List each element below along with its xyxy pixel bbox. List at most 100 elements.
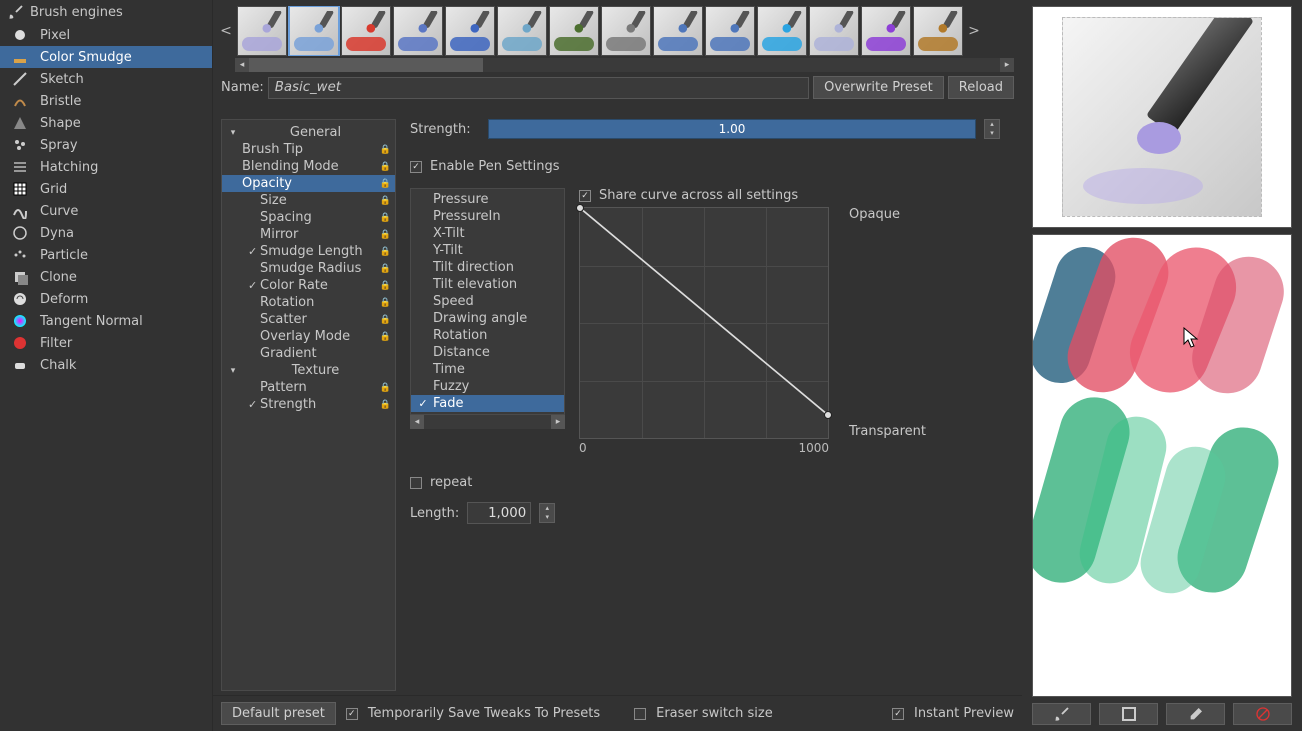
sensor-item-fuzzy[interactable]: Fuzzy: [411, 378, 564, 395]
preset-thumb[interactable]: [653, 6, 703, 56]
sensor-item-pressurein[interactable]: PressureIn: [411, 208, 564, 225]
preset-thumb[interactable]: [549, 6, 599, 56]
sensor-item-distance[interactable]: Distance: [411, 344, 564, 361]
tree-item-checkbox[interactable]: ✓: [228, 245, 248, 258]
tree-item-spacing[interactable]: Spacing🔒: [222, 209, 395, 226]
sensor-item-tilt-elevation[interactable]: Tilt elevation: [411, 276, 564, 293]
engine-item-color-smudge[interactable]: Color Smudge: [0, 46, 212, 68]
preset-name-input[interactable]: [268, 77, 809, 99]
engine-item-hatching[interactable]: Hatching: [0, 156, 212, 178]
length-spinner[interactable]: ▴▾: [539, 503, 555, 523]
preview-cancel-button[interactable]: [1233, 703, 1292, 725]
scratchpad[interactable]: [1032, 234, 1292, 697]
engine-item-sketch[interactable]: Sketch: [0, 68, 212, 90]
preset-thumb[interactable]: [445, 6, 495, 56]
tree-item-rotation[interactable]: Rotation🔒: [222, 294, 395, 311]
tree-item-strength[interactable]: ✓Strength🔒: [222, 396, 395, 413]
overwrite-preset-button[interactable]: Overwrite Preset: [813, 76, 944, 99]
tree-item-checkbox[interactable]: ✓: [228, 398, 248, 411]
tree-group-general[interactable]: ▾ General: [222, 124, 395, 141]
scroll-right-icon[interactable]: ▸: [1000, 58, 1014, 72]
preset-thumb[interactable]: [497, 6, 547, 56]
preset-thumb[interactable]: [289, 6, 339, 56]
reload-button[interactable]: Reload: [948, 76, 1014, 99]
scroll-right-icon[interactable]: ▸: [551, 415, 565, 429]
curve-editor[interactable]: [579, 207, 829, 439]
sensor-item-speed[interactable]: Speed: [411, 293, 564, 310]
engine-item-shape[interactable]: Shape: [0, 112, 212, 134]
tree-item-pattern[interactable]: Pattern🔒: [222, 379, 395, 396]
preview-clear-button[interactable]: [1166, 703, 1225, 725]
scrollbar-thumb[interactable]: [249, 58, 483, 72]
brush-preview: [1062, 17, 1262, 217]
sensor-item-drawing-angle[interactable]: Drawing angle: [411, 310, 564, 327]
tree-item-blending-mode[interactable]: Blending Mode🔒: [222, 158, 395, 175]
tree-item-opacity[interactable]: Opacity🔒: [222, 175, 395, 192]
curve-handle-end[interactable]: [824, 411, 832, 419]
scroll-left-icon[interactable]: ◂: [235, 58, 249, 72]
preset-thumb[interactable]: [237, 6, 287, 56]
sensor-item-y-tilt[interactable]: Y-Tilt: [411, 242, 564, 259]
tree-item-scatter[interactable]: Scatter🔒: [222, 311, 395, 328]
engine-item-tangent-normal[interactable]: Tangent Normal: [0, 310, 212, 332]
engine-item-deform[interactable]: Deform: [0, 288, 212, 310]
preset-thumb[interactable]: [757, 6, 807, 56]
preset-thumb[interactable]: [341, 6, 391, 56]
sensor-item-x-tilt[interactable]: X-Tilt: [411, 225, 564, 242]
sensor-item-tilt-direction[interactable]: Tilt direction: [411, 259, 564, 276]
preset-thumb[interactable]: [705, 6, 755, 56]
preset-thumb[interactable]: [393, 6, 443, 56]
default-preset-button[interactable]: Default preset: [221, 702, 336, 725]
preset-thumb[interactable]: [601, 6, 651, 56]
tree-item-overlay-mode[interactable]: Overlay Mode🔒: [222, 328, 395, 345]
sensor-checkbox[interactable]: ✓: [417, 397, 429, 410]
engine-item-clone[interactable]: Clone: [0, 266, 212, 288]
engine-item-curve[interactable]: Curve: [0, 200, 212, 222]
engine-item-grid[interactable]: Grid: [0, 178, 212, 200]
scrollbar-track[interactable]: [424, 415, 551, 429]
instant-preview-checkbox[interactable]: ✓: [892, 708, 904, 720]
engine-item-spray[interactable]: Spray: [0, 134, 212, 156]
preset-thumb[interactable]: [861, 6, 911, 56]
sensor-item-rotation[interactable]: Rotation: [411, 327, 564, 344]
tree-item-smudge-radius[interactable]: Smudge Radius🔒: [222, 260, 395, 277]
eraser-switch-checkbox[interactable]: [634, 708, 646, 720]
preset-prev-button[interactable]: <: [219, 23, 233, 39]
engine-item-bristle[interactable]: Bristle: [0, 90, 212, 112]
engine-item-pixel[interactable]: Pixel: [0, 24, 212, 46]
sensor-scrollbar[interactable]: ◂ ▸: [410, 415, 565, 429]
tree-item-smudge-length[interactable]: ✓Smudge Length🔒: [222, 243, 395, 260]
strength-spinner[interactable]: ▴▾: [984, 119, 1000, 139]
tree-group-texture[interactable]: ▾ Texture: [222, 362, 395, 379]
engine-item-dyna[interactable]: Dyna: [0, 222, 212, 244]
scroll-left-icon[interactable]: ◂: [410, 415, 424, 429]
strength-slider[interactable]: 1.00: [488, 119, 976, 139]
tree-item-mirror[interactable]: Mirror🔒: [222, 226, 395, 243]
sensor-item-pressure[interactable]: Pressure: [411, 191, 564, 208]
repeat-checkbox[interactable]: [410, 477, 422, 489]
preview-brush-button[interactable]: [1032, 703, 1091, 725]
share-curve-checkbox[interactable]: ✓: [579, 190, 591, 202]
preset-thumb[interactable]: [809, 6, 859, 56]
curve-handle-start[interactable]: [576, 204, 584, 212]
tree-item-color-rate[interactable]: ✓Color Rate🔒: [222, 277, 395, 294]
tree-item-checkbox[interactable]: ✓: [228, 279, 248, 292]
temp-save-checkbox[interactable]: ✓: [346, 708, 358, 720]
preset-thumb[interactable]: [913, 6, 963, 56]
tree-item-size[interactable]: Size🔒: [222, 192, 395, 209]
preview-fill-button[interactable]: [1099, 703, 1158, 725]
length-input[interactable]: [467, 502, 531, 524]
tree-item-gradient[interactable]: Gradient: [222, 345, 395, 362]
brush-icon: [1054, 706, 1070, 722]
engine-item-filter[interactable]: Filter: [0, 332, 212, 354]
engine-item-chalk[interactable]: Chalk: [0, 354, 212, 376]
preset-thumbnails: [237, 6, 963, 56]
brush-icon: [412, 11, 438, 37]
sensor-item-time[interactable]: Time: [411, 361, 564, 378]
enable-pen-checkbox[interactable]: ✓: [410, 161, 422, 173]
tree-item-brush-tip[interactable]: Brush Tip🔒: [222, 141, 395, 158]
preset-next-button[interactable]: >: [967, 23, 981, 39]
engine-item-particle[interactable]: Particle: [0, 244, 212, 266]
sensor-item-fade[interactable]: ✓Fade: [411, 395, 564, 412]
preset-scrollbar[interactable]: ◂ ▸: [235, 58, 1014, 72]
